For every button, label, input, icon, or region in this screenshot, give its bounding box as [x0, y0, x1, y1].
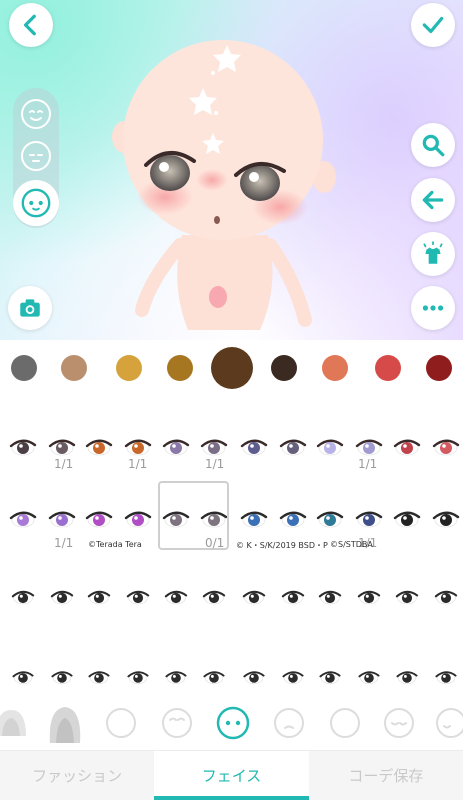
eye-count-label: 1/1	[54, 536, 74, 550]
eye-style-item[interactable]	[276, 428, 310, 468]
eye-style-item[interactable]	[352, 500, 386, 540]
eye-count-label: 1/1	[54, 457, 74, 471]
face-expression-strip	[13, 88, 59, 228]
eye-style-item[interactable]	[429, 578, 463, 618]
eye-style-item[interactable]	[82, 658, 116, 698]
color-swatch[interactable]	[375, 355, 401, 381]
color-swatch[interactable]	[116, 355, 142, 381]
eye-style-item[interactable]	[276, 578, 310, 618]
eye-style-item[interactable]	[313, 578, 347, 618]
neutral-face-icon[interactable]	[18, 138, 54, 174]
camera-button[interactable]	[8, 286, 52, 330]
back-button[interactable]	[9, 3, 53, 47]
eye-style-item[interactable]	[429, 428, 463, 468]
eye-style-item[interactable]	[390, 428, 424, 468]
eye-style-item[interactable]	[237, 658, 271, 698]
eye-style-item[interactable]	[197, 578, 231, 618]
copyright-label: ©S/STDBA	[330, 540, 373, 549]
color-swatch[interactable]	[167, 355, 193, 381]
eye-style-item[interactable]	[429, 500, 463, 540]
color-swatch[interactable]	[426, 355, 452, 381]
checkmark-icon	[422, 16, 444, 34]
face-frown-icon[interactable]	[272, 706, 306, 740]
color-swatch-selected[interactable]	[211, 347, 253, 389]
selected-face-button[interactable]	[13, 180, 59, 226]
face-dots-icon	[21, 188, 51, 218]
color-swatch[interactable]	[11, 355, 37, 381]
eye-style-item[interactable]	[352, 578, 386, 618]
eye-style-item[interactable]	[45, 578, 79, 618]
eye-style-item[interactable]	[429, 658, 463, 698]
eye-style-item[interactable]	[82, 428, 116, 468]
eye-style-item[interactable]	[390, 578, 424, 618]
face-shape-row	[0, 698, 463, 750]
eye-style-item[interactable]	[45, 658, 79, 698]
face-grin-icon[interactable]	[434, 706, 463, 740]
smile-face-icon[interactable]	[18, 96, 54, 132]
eye-style-item[interactable]	[237, 428, 271, 468]
confirm-button[interactable]	[411, 3, 455, 47]
eye-color-palette	[0, 340, 463, 396]
eye-style-item[interactable]	[6, 658, 40, 698]
eye-style-item[interactable]	[45, 500, 79, 540]
eye-style-item[interactable]	[6, 500, 40, 540]
eye-style-item[interactable]	[352, 658, 386, 698]
eye-style-item[interactable]	[82, 500, 116, 540]
eye-style-item[interactable]	[6, 578, 40, 618]
shirt-icon	[423, 241, 443, 264]
dots-icon	[422, 305, 444, 311]
hair-bangs-icon[interactable]	[0, 706, 28, 740]
outfit-button[interactable]	[411, 232, 455, 276]
undo-button[interactable]	[411, 178, 455, 222]
eye-style-item[interactable]	[6, 428, 40, 468]
eye-style-item[interactable]	[237, 500, 271, 540]
color-swatch[interactable]	[61, 355, 87, 381]
eye-style-item[interactable]	[121, 578, 155, 618]
more-button[interactable]	[411, 286, 455, 330]
magnifier-icon	[422, 134, 445, 157]
tab-face[interactable]: フェイス	[154, 751, 309, 800]
eye-style-item[interactable]	[276, 500, 310, 540]
search-button[interactable]	[411, 123, 455, 167]
copyright-label: ©Terada Tera	[88, 540, 142, 549]
arrow-left-icon	[422, 190, 444, 210]
eye-style-item[interactable]	[390, 500, 424, 540]
bottom-tab-bar: ファッション フェイス コーデ保存	[0, 750, 463, 800]
eye-style-item[interactable]	[121, 500, 155, 540]
eye-count-label: 0/1	[205, 536, 225, 550]
tab-fashion[interactable]: ファッション	[0, 751, 155, 800]
eye-style-item[interactable]	[121, 658, 155, 698]
color-swatch[interactable]	[322, 355, 348, 381]
eye-style-item[interactable]	[159, 428, 193, 468]
face-smile-icon[interactable]	[160, 706, 194, 740]
face-dots-icon[interactable]	[215, 705, 251, 741]
eye-style-item[interactable]	[82, 578, 116, 618]
eye-style-item[interactable]	[159, 658, 193, 698]
eye-style-item[interactable]	[313, 428, 347, 468]
avatar-preview	[0, 0, 463, 340]
eye-count-label: 1/1	[358, 457, 378, 471]
avatar-doll	[112, 40, 336, 330]
eye-style-item[interactable]	[237, 578, 271, 618]
camera-icon	[20, 299, 40, 317]
hair-long-icon[interactable]	[46, 703, 84, 743]
eye-style-item[interactable]	[276, 658, 310, 698]
face-pout-icon[interactable]	[328, 706, 362, 740]
copyright-label: © K・S/K/2019 BSD・P	[236, 541, 328, 550]
face-plain-icon[interactable]	[104, 706, 138, 740]
eye-count-label: 1/1	[128, 457, 148, 471]
chevron-left-icon	[23, 14, 36, 36]
color-swatch[interactable]	[271, 355, 297, 381]
eye-style-item[interactable]	[313, 658, 347, 698]
tab-save-coordinate[interactable]: コーデ保存	[308, 751, 463, 800]
eye-style-item[interactable]	[159, 578, 193, 618]
eye-style-item[interactable]	[197, 658, 231, 698]
face-sad-icon[interactable]	[382, 706, 416, 740]
eye-style-item[interactable]	[390, 658, 424, 698]
eye-style-item[interactable]	[313, 500, 347, 540]
eye-count-label: 1/1	[205, 457, 225, 471]
